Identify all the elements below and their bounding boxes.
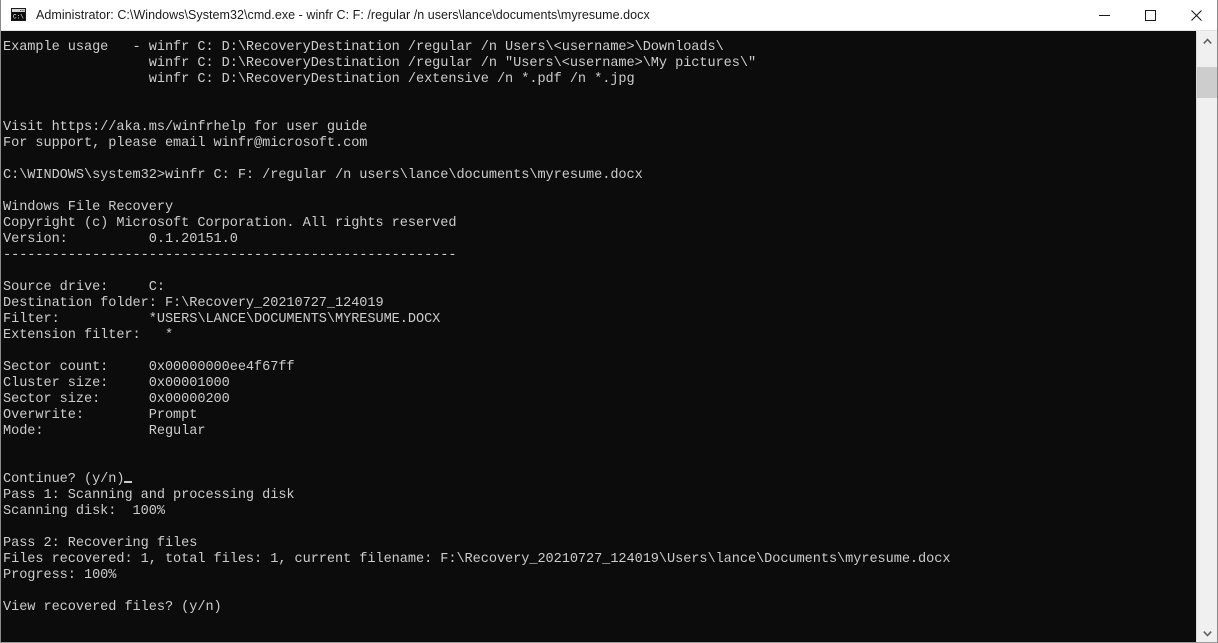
close-icon xyxy=(1190,9,1202,21)
console-line: Version: 0.1.20151.0 xyxy=(3,232,238,247)
chevron-up-icon xyxy=(1202,37,1212,44)
console-line: Cluster size: 0x00001000 xyxy=(3,376,230,391)
console-line: Visit https://aka.ms/winfrhelp for user … xyxy=(3,120,368,135)
close-button[interactable] xyxy=(1173,0,1217,30)
console-line: Continue? (y/n) xyxy=(3,472,1198,488)
scrollbar-track[interactable] xyxy=(1197,51,1217,623)
console-line: Windows File Recovery xyxy=(3,200,174,215)
console-line: For support, please email winfr@microsof… xyxy=(3,136,368,151)
svg-text:C:\: C:\ xyxy=(13,14,24,21)
title-bar[interactable]: C:\ Administrator: C:\Windows\System32\c… xyxy=(1,0,1217,31)
console-line: Pass 2: Recovering files xyxy=(3,536,198,551)
chevron-down-icon xyxy=(1202,630,1212,637)
console-text: Example usage - winfr C: D:\RecoveryDest… xyxy=(3,40,1198,616)
console-line: View recovered files? (y/n) xyxy=(3,600,222,615)
console-line: Source drive: C: xyxy=(3,280,165,295)
console-line: Overwrite: Prompt xyxy=(3,408,198,423)
console-line: Mode: Regular xyxy=(3,424,206,439)
minimize-button[interactable] xyxy=(1081,0,1127,30)
vertical-scrollbar[interactable] xyxy=(1196,31,1217,643)
console-line: Destination folder: F:\Recovery_20210727… xyxy=(3,296,384,311)
console-output-area[interactable]: Example usage - winfr C: D:\RecoveryDest… xyxy=(1,31,1198,643)
console-line: winfr C: D:\RecoveryDestination /extensi… xyxy=(3,72,635,87)
minimize-icon xyxy=(1098,14,1110,16)
console-line: Filter: *USERS\LANCE\DOCUMENTS\MYRESUME.… xyxy=(3,312,441,327)
console-line: Files recovered: 1, total files: 1, curr… xyxy=(3,552,951,567)
cmd-window: C:\ Administrator: C:\Windows\System32\c… xyxy=(0,0,1218,643)
window-controls xyxy=(1081,0,1217,30)
scroll-up-button[interactable] xyxy=(1197,31,1217,51)
cmd-console-icon: C:\ xyxy=(11,7,27,23)
console-line: Pass 1: Scanning and processing disk xyxy=(3,488,295,503)
console-line: Extension filter: * xyxy=(3,328,174,343)
window-title: Administrator: C:\Windows\System32\cmd.e… xyxy=(36,7,650,22)
console-line: Sector count: 0x00000000ee4f67ff xyxy=(3,360,295,375)
console-line: C:\WINDOWS\system32>winfr C: F: /regular… xyxy=(3,168,643,183)
console-line: Scanning disk: 100% xyxy=(3,504,165,519)
maximize-button[interactable] xyxy=(1127,0,1173,30)
maximize-icon xyxy=(1144,9,1156,21)
scroll-down-button[interactable] xyxy=(1197,623,1217,643)
console-line: Copyright (c) Microsoft Corporation. All… xyxy=(3,216,457,231)
scrollbar-thumb[interactable] xyxy=(1197,67,1217,98)
console-line: Example usage - winfr C: D:\RecoveryDest… xyxy=(3,40,724,55)
console-line: Sector size: 0x00000200 xyxy=(3,392,230,407)
text-cursor xyxy=(124,481,133,483)
console-line: ----------------------------------------… xyxy=(3,248,457,263)
console-line: Progress: 100% xyxy=(3,568,117,583)
console-line: winfr C: D:\RecoveryDestination /regular… xyxy=(3,56,757,71)
